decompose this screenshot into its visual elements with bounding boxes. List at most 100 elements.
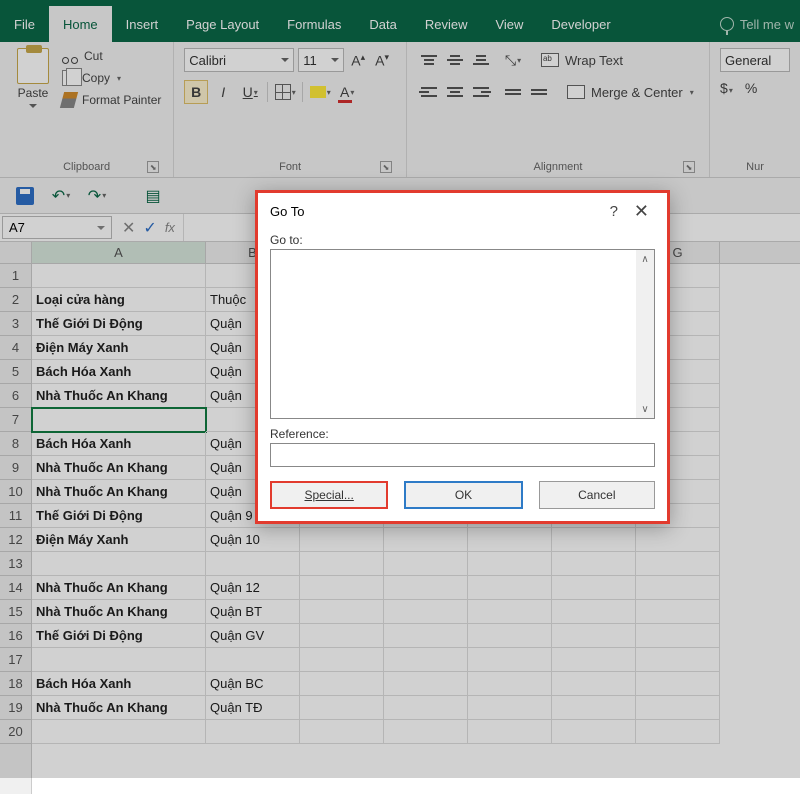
cell-D15[interactable] [384,600,468,624]
cell-A19[interactable]: Nhà Thuốc An Khang [32,696,206,720]
cell-C13[interactable] [300,552,384,576]
name-box[interactable]: A7 [2,216,112,239]
cell-E12[interactable] [468,528,552,552]
enter-icon[interactable]: ✓ [143,218,156,238]
cancel-icon[interactable]: ✕ [122,218,135,238]
row-header-4[interactable]: 4 [0,336,31,360]
row-header-16[interactable]: 16 [0,624,31,648]
cell-A11[interactable]: Thế Giới Di Động [32,504,206,528]
scroll-down-icon[interactable]: ∨ [636,400,654,418]
cell-C17[interactable] [300,648,384,672]
tab-insert[interactable]: Insert [112,6,173,42]
row-header-5[interactable]: 5 [0,360,31,384]
col-header-A[interactable]: A [32,242,206,263]
copy-button[interactable]: Copy▾ [62,70,161,86]
cell-D14[interactable] [384,576,468,600]
cell-A9[interactable]: Nhà Thuốc An Khang [32,456,206,480]
cell-C12[interactable] [300,528,384,552]
row-header-6[interactable]: 6 [0,384,31,408]
wrap-text-button[interactable]: Wrap Text [537,51,627,70]
italic-button[interactable]: I [211,80,235,104]
increase-indent-button[interactable] [527,80,551,104]
cell-F16[interactable] [552,624,636,648]
cell-C20[interactable] [300,720,384,744]
fx-icon[interactable]: fx [165,220,175,235]
align-left-button[interactable] [417,80,441,104]
cell-A20[interactable] [32,720,206,744]
ok-button[interactable]: OK [404,481,522,509]
row-header-18[interactable]: 18 [0,672,31,696]
format-painter-button[interactable]: Format Painter [62,92,161,108]
align-bottom-button[interactable] [469,48,493,72]
merge-center-button[interactable]: Merge & Center▾ [563,83,698,102]
tab-view[interactable]: View [481,6,537,42]
cell-D17[interactable] [384,648,468,672]
cell-G12[interactable] [636,528,720,552]
cell-A7[interactable] [32,408,206,432]
orientation-button[interactable]: ⤡▾ [501,48,525,72]
cell-A16[interactable]: Thế Giới Di Động [32,624,206,648]
cell-A3[interactable]: Thế Giới Di Động [32,312,206,336]
cell-C19[interactable] [300,696,384,720]
cell-B14[interactable]: Quận 12 [206,576,300,600]
cell-D13[interactable] [384,552,468,576]
border-button[interactable]: ▾ [273,80,297,104]
cell-A15[interactable]: Nhà Thuốc An Khang [32,600,206,624]
decrease-font-icon[interactable]: A▾ [372,52,392,69]
cell-A17[interactable] [32,648,206,672]
select-all-corner[interactable] [0,242,32,264]
dialog-launcher-icon[interactable]: ⬊ [380,161,392,173]
cell-E17[interactable] [468,648,552,672]
cell-D20[interactable] [384,720,468,744]
cell-E19[interactable] [468,696,552,720]
goto-listbox[interactable]: ∧ ∨ [270,249,655,419]
help-icon[interactable]: ? [600,203,628,220]
cell-B18[interactable]: Quận BC [206,672,300,696]
bold-button[interactable]: B [184,80,208,104]
cell-A2[interactable]: Loại cửa hàng [32,288,206,312]
row-header-11[interactable]: 11 [0,504,31,528]
tab-developer[interactable]: Developer [537,6,624,42]
cell-A5[interactable]: Bách Hóa Xanh [32,360,206,384]
align-right-button[interactable] [469,80,493,104]
cell-A14[interactable]: Nhà Thuốc An Khang [32,576,206,600]
save-button[interactable] [14,185,36,207]
cell-A8[interactable]: Bách Hóa Xanh [32,432,206,456]
row-header-19[interactable]: 19 [0,696,31,720]
cell-F18[interactable] [552,672,636,696]
font-color-button[interactable]: A▾ [335,80,359,104]
cancel-button[interactable]: Cancel [539,481,655,509]
tab-page-layout[interactable]: Page Layout [172,6,273,42]
row-header-14[interactable]: 14 [0,576,31,600]
cell-C16[interactable] [300,624,384,648]
redo-button[interactable]: ↷▾ [86,185,108,207]
cell-D19[interactable] [384,696,468,720]
decrease-indent-button[interactable] [501,80,525,104]
cell-F14[interactable] [552,576,636,600]
tell-me[interactable]: Tell me w [714,6,800,42]
percent-button[interactable]: % [745,80,757,96]
number-format-combo[interactable]: General [720,48,790,72]
currency-button[interactable]: $▾ [720,80,733,96]
cell-B15[interactable]: Quận BT [206,600,300,624]
cell-F17[interactable] [552,648,636,672]
tab-data[interactable]: Data [355,6,410,42]
row-header-15[interactable]: 15 [0,600,31,624]
cell-E15[interactable] [468,600,552,624]
cell-B13[interactable] [206,552,300,576]
row-header-8[interactable]: 8 [0,432,31,456]
cell-G13[interactable] [636,552,720,576]
cell-C14[interactable] [300,576,384,600]
font-name-combo[interactable]: Calibri [184,48,294,72]
cell-E20[interactable] [468,720,552,744]
tab-review[interactable]: Review [411,6,482,42]
cell-G20[interactable] [636,720,720,744]
cell-B17[interactable] [206,648,300,672]
row-header-9[interactable]: 9 [0,456,31,480]
undo-button[interactable]: ↶▾ [50,185,72,207]
cell-A4[interactable]: Điện Máy Xanh [32,336,206,360]
align-top-button[interactable] [417,48,441,72]
special-button[interactable]: Special... [270,481,388,509]
cell-G16[interactable] [636,624,720,648]
row-header-2[interactable]: 2 [0,288,31,312]
